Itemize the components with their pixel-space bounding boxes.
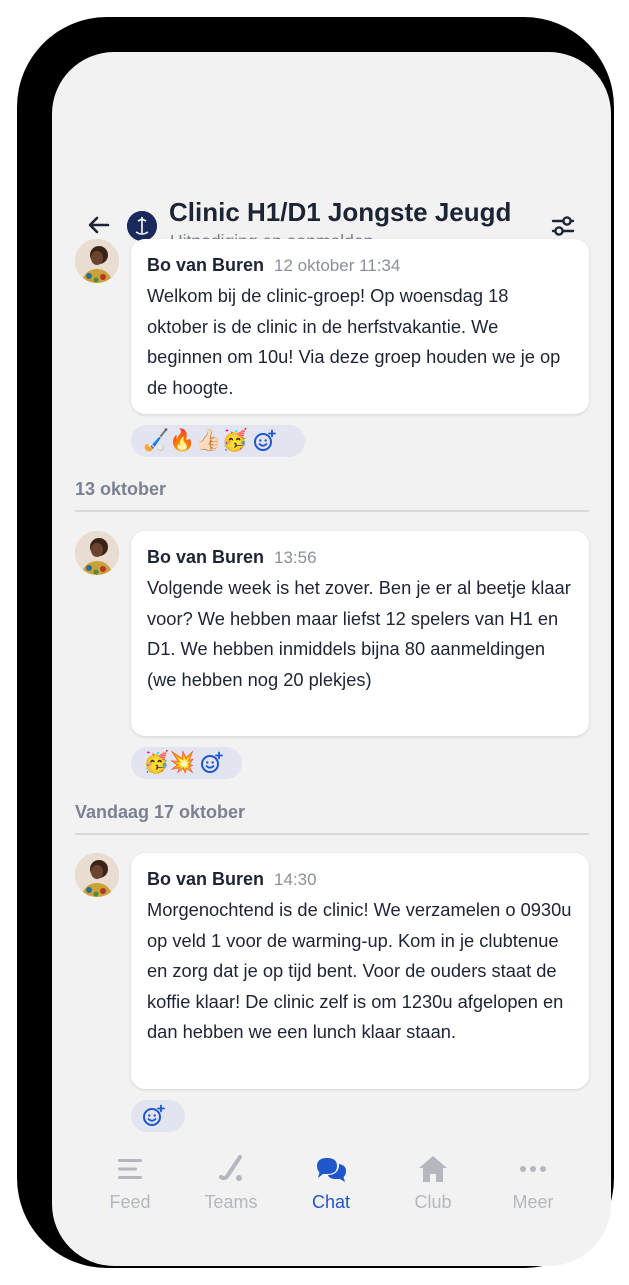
message-text: Morgenochtend is de clinic! We verzamele… xyxy=(147,899,572,1042)
tab-club[interactable]: Club xyxy=(383,1152,483,1213)
message-bubble[interactable]: Bo van Buren 12 oktober 11:34 Welkom bij … xyxy=(131,239,589,414)
reaction-emoji[interactable]: 👍🏻 xyxy=(195,425,221,457)
message-time: 14:30 xyxy=(274,870,317,889)
message-author: Bo van Buren xyxy=(147,547,265,567)
message-bubble[interactable]: Bo van Buren 14:30 Morgenochtend is de cl… xyxy=(131,853,589,1089)
reaction-emoji[interactable]: 🔥 xyxy=(169,425,195,457)
bottom-tab-bar: Feed Teams Chat Club Meer xyxy=(52,1152,611,1222)
tab-label: Feed xyxy=(109,1192,151,1212)
avatar[interactable] xyxy=(75,853,119,897)
app-screen: Clinic H1/D1 Jongste Jeugd Uitnodiging e… xyxy=(52,52,611,1266)
back-arrow-icon[interactable] xyxy=(86,212,112,238)
date-separator: Vandaag 17 oktober xyxy=(75,802,589,835)
date-separator: 13 oktober xyxy=(75,479,589,512)
add-reaction-icon[interactable] xyxy=(199,751,224,775)
feed-icon xyxy=(118,1159,142,1179)
reaction-bar[interactable]: 🥳 💥 xyxy=(131,747,242,779)
tab-meer[interactable]: Meer xyxy=(483,1152,583,1213)
message-text: Welkom bij de clinic-groep! Op woensdag … xyxy=(147,285,561,398)
tab-label: Teams xyxy=(204,1192,258,1212)
hockey-stick-icon xyxy=(219,1155,242,1181)
tab-label: Club xyxy=(414,1192,452,1212)
message-time: 12 oktober 11:34 xyxy=(274,256,401,275)
message-author: Bo van Buren xyxy=(147,255,265,275)
message-author: Bo van Buren xyxy=(147,869,265,889)
avatar[interactable] xyxy=(75,239,119,283)
reaction-bar[interactable] xyxy=(131,1100,185,1132)
message-text: Volgende week is het zover. Ben je er al… xyxy=(147,577,571,690)
chat-bubbles-icon xyxy=(317,1158,346,1182)
phone-frame: Clinic H1/D1 Jongste Jeugd Uitnodiging e… xyxy=(17,17,614,1268)
message-time: 13:56 xyxy=(274,548,317,567)
page-title: Clinic H1/D1 Jongste Jeugd xyxy=(169,197,512,227)
reaction-emoji[interactable]: 🥳 xyxy=(221,425,247,457)
reaction-emoji[interactable]: 🏑 xyxy=(143,425,169,457)
club-logo xyxy=(127,211,157,241)
add-reaction-icon[interactable] xyxy=(252,429,276,453)
reaction-bar[interactable]: 🏑 🔥 👍🏻 🥳 xyxy=(131,425,305,457)
reaction-emoji[interactable]: 💥 xyxy=(169,747,195,779)
avatar[interactable] xyxy=(75,531,119,575)
message-bubble[interactable]: Bo van Buren 13:56 Volgende week is het z… xyxy=(131,531,589,736)
more-dots-icon xyxy=(520,1166,546,1172)
tab-label: Meer xyxy=(512,1192,554,1212)
home-icon xyxy=(419,1156,447,1182)
reaction-emoji[interactable]: 🥳 xyxy=(143,747,169,779)
add-reaction-icon[interactable] xyxy=(141,1104,165,1128)
tab-teams[interactable]: Teams xyxy=(181,1152,281,1213)
tab-label: Chat xyxy=(311,1192,351,1212)
tab-feed[interactable]: Feed xyxy=(80,1152,180,1213)
tab-chat[interactable]: Chat xyxy=(281,1152,381,1213)
settings-sliders-icon[interactable] xyxy=(549,212,577,240)
